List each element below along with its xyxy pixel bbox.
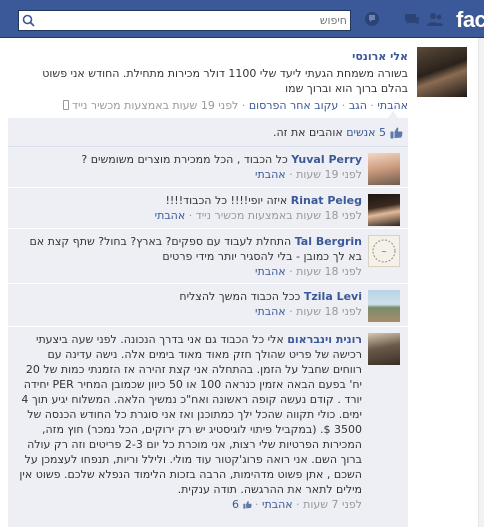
likes-text: 5 אנשים אוהבים את זה.	[273, 126, 386, 139]
commenter-avatar[interactable]	[368, 333, 400, 365]
comment-item: Rinat Peleg איזה יופי!!!! כל הכבוד!!!! ל…	[8, 188, 408, 229]
commenter-avatar[interactable]	[368, 194, 400, 226]
likes-summary: 5 אנשים אוהבים את זה.	[8, 118, 408, 147]
comment-meta: לפני 7 שעות · אהבתי · 6	[232, 498, 362, 511]
comment-time[interactable]: לפני 18 שעות באמצעות מכשיר נייד	[196, 209, 362, 222]
comments-box: 5 אנשים אוהבים את זה. Yuval Perry כל הכב…	[8, 118, 408, 527]
comment-like-link[interactable]: אהבתי	[255, 168, 286, 181]
commenter-name[interactable]: Tzila Levi	[304, 290, 362, 303]
post-follow-link[interactable]: עקוב אחר הפרסום	[249, 99, 339, 112]
comment-meta: לפני 18 שעות · אהבתי	[255, 305, 362, 318]
scrollbar[interactable]	[478, 38, 484, 527]
comment-body: Rinat Peleg איזה יופי!!!! כל הכבוד!!!! ל…	[17, 193, 362, 223]
commenter-avatar[interactable]: ~	[368, 235, 400, 267]
post-timestamp[interactable]: לפני 19 שעות באמצעות מכשיר נייד	[72, 99, 238, 112]
comment-like-link[interactable]: אהבתי	[255, 265, 286, 278]
comment-item: Yuval Perry כל הכבוד , הכל ממכירת מוצרים…	[8, 147, 408, 188]
thumbs-up-icon	[390, 127, 403, 139]
post-text: בשורה משמחת הגעתי ליעד שלי 1100 דולר מכי…	[42, 67, 408, 95]
commenter-name[interactable]: Tal Bergrin	[295, 235, 362, 248]
ornament-logo: ~	[372, 239, 396, 263]
comment-item: ~ Tal Bergrin התחלת לעבוד עם ספקים? בארץ…	[8, 229, 408, 284]
comment-time[interactable]: לפני 7 שעות	[303, 498, 362, 511]
comment-item: Tzila Levi ככל הכבוד המשך להצליח לפני 18…	[8, 284, 408, 327]
commenter-name[interactable]: רונית וינבראום	[287, 333, 362, 346]
commenter-avatar[interactable]	[368, 153, 400, 185]
comment-like-link[interactable]: אהבתי	[262, 498, 293, 511]
post-meta: אהבתי · הגב · עקוב אחר הפרסום · לפני 19 …	[61, 99, 408, 112]
search-box[interactable]	[18, 10, 351, 31]
likes-count-link[interactable]: 5 אנשים	[346, 126, 386, 139]
comment-like-count[interactable]: 6	[232, 498, 239, 511]
commenter-name[interactable]: Rinat Peleg	[291, 194, 362, 207]
comment-time[interactable]: לפני 18 שעות	[296, 265, 362, 278]
search-icon[interactable]	[22, 14, 35, 27]
messages-icon[interactable]	[403, 11, 421, 27]
comment-body: רונית וינבראום אלי כל הכבוד גם אני בדרך …	[17, 332, 362, 512]
notifications-icon[interactable]	[363, 11, 381, 27]
ufi-pointer	[388, 111, 398, 118]
post-comment-link[interactable]: הגב	[349, 99, 367, 112]
comment-body: Tal Bergrin התחלת לעבוד עם ספקים? בארץ? …	[17, 234, 362, 279]
comment-meta: לפני 18 שעות באמצעות מכשיר נייד · אהבתי	[154, 209, 362, 222]
mobile-icon	[62, 100, 69, 110]
commenter-name[interactable]: Yuval Perry	[291, 153, 362, 166]
comment-like-link[interactable]: אהבתי	[255, 305, 286, 318]
comment-body: Tzila Levi ככל הכבוד המשך להצליח לפני 18…	[17, 289, 362, 319]
comment-body: Yuval Perry כל הכבוד , הכל ממכירת מוצרים…	[17, 152, 362, 182]
comment-like-link[interactable]: אהבתי	[155, 209, 186, 222]
likes-suffix: אוהבים את זה.	[272, 126, 343, 139]
comment-text: איזה יופי!!!! כל הכבוד!!!!	[165, 194, 288, 207]
comment-time[interactable]: לפני 18 שעות	[296, 305, 362, 318]
commenter-avatar[interactable]	[368, 290, 400, 322]
comment-meta: לפני 18 שעות · אהבתי	[255, 265, 362, 278]
comment-time[interactable]: לפני 19 שעות	[296, 168, 362, 181]
thumbs-up-icon	[242, 501, 252, 509]
comment-meta: לפני 19 שעות · אהבתי	[255, 168, 362, 181]
search-input[interactable]	[39, 12, 347, 29]
top-bar: fac	[0, 0, 484, 38]
facebook-logo[interactable]: fac	[456, 7, 484, 33]
author-avatar[interactable]	[417, 47, 467, 97]
comment-item: רונית וינבראום אלי כל הכבוד גם אני בדרך …	[8, 327, 408, 527]
svg-text:~: ~	[381, 248, 387, 256]
post-author-name[interactable]: אלי ארונסי	[352, 50, 408, 63]
comment-text: ככל הכבוד המשך להצליח	[179, 290, 301, 303]
comment-text: אלי כל הכבוד גם אני בדרך הנכונה. לפני שע…	[19, 333, 362, 496]
comment-text: כל הכבוד , הכל ממכירת מוצרים משומשים ?	[81, 153, 288, 166]
friends-icon[interactable]	[426, 11, 444, 27]
